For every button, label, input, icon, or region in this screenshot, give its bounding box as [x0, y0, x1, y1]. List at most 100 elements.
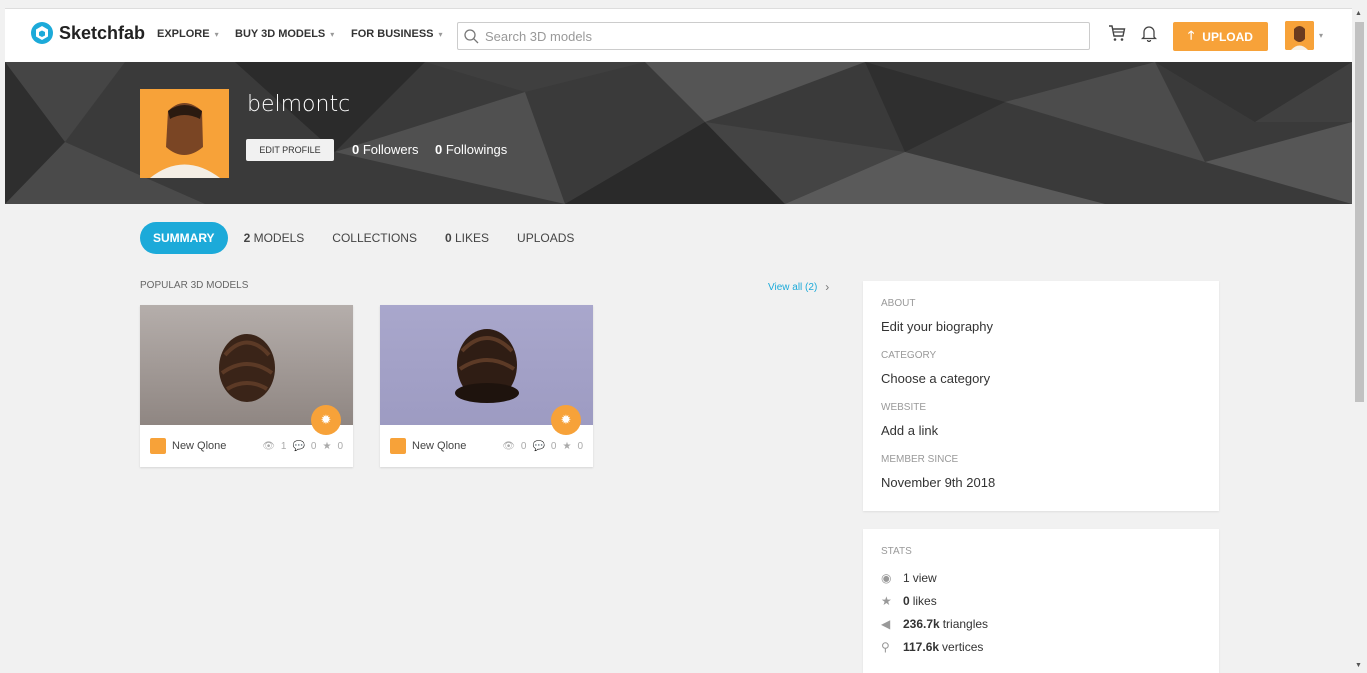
followers-label: Followers: [362, 142, 419, 157]
followings-count: 0: [435, 142, 443, 157]
likes-count: 0: [577, 440, 583, 452]
views-count: 0: [520, 440, 527, 452]
chevron-down-icon: ▾: [438, 29, 443, 39]
followings-label: Followings: [445, 142, 508, 157]
member-since-value: November 9th 2018: [881, 475, 996, 490]
cart-button[interactable]: [1108, 24, 1126, 47]
model-card-footer: New Qlone 👁 0 💬 0 ★ 0: [380, 425, 593, 467]
website-title: WEBSITE: [881, 402, 927, 413]
model-author[interactable]: New Qlone: [172, 440, 226, 452]
views-count: 1: [280, 440, 287, 452]
stat-triangles: ◀ 236.7k triangles: [881, 617, 1201, 631]
nav-business-label: FOR BUSINESS: [351, 28, 434, 40]
member-since-title: MEMBER SINCE: [881, 454, 959, 465]
view-all-label: View all (2): [768, 281, 818, 293]
triangle-icon: ◀: [881, 617, 891, 631]
nav-buy-label: BUY 3D MODELS: [235, 28, 326, 40]
stat-likes: ★ 0 likes: [881, 594, 1201, 608]
chevron-down-icon: ▾: [214, 29, 219, 39]
author-avatar[interactable]: [150, 438, 166, 454]
tab-collections[interactable]: COLLECTIONS: [332, 231, 417, 245]
edit-profile-button[interactable]: EDIT PROFILE: [246, 139, 334, 161]
likes-count: 0: [337, 440, 343, 452]
chevron-right-icon: ›: [825, 280, 830, 294]
sketchfab-logo[interactable]: Sketchfab: [31, 22, 145, 44]
eye-icon: 👁: [502, 440, 515, 452]
star-icon: ★: [562, 440, 572, 452]
scroll-down-icon[interactable]: ▼: [1355, 662, 1362, 669]
chevron-down-icon: ▾: [330, 29, 335, 39]
chevron-down-icon[interactable]: ▾: [1319, 31, 1323, 40]
brand-name: Sketchfab: [59, 22, 146, 43]
tab-uploads[interactable]: UPLOADS: [517, 231, 574, 245]
scrollbar-thumb[interactable]: [1355, 22, 1364, 402]
page-scrollbar[interactable]: ▲ ▼: [1352, 8, 1367, 673]
view-all-link[interactable]: View all (2) ›: [768, 280, 829, 294]
stats-title: STATS: [881, 546, 912, 557]
model-stats: 👁 0 💬 0 ★ 0: [502, 441, 583, 452]
user-avatar[interactable]: [1285, 21, 1314, 50]
followers-count: 0: [352, 142, 360, 157]
eye-icon: 👁: [262, 440, 275, 452]
followings-link[interactable]: 0 Followings: [435, 142, 507, 157]
tab-likes-label: LIKES: [455, 231, 490, 245]
likes-label: likes: [912, 594, 937, 608]
cart-icon: [1109, 25, 1126, 41]
vertices-value: 117.6k: [903, 640, 940, 654]
comments-count: 0: [310, 440, 317, 452]
views-label: view: [912, 571, 937, 585]
stats-panel: STATS ◉ 1 view ★ 0 likes ◀ 236.7k triang…: [863, 529, 1219, 673]
triangles-label: triangles: [942, 617, 989, 631]
model-author[interactable]: New Qlone: [412, 440, 466, 452]
nav-for-business[interactable]: FOR BUSINESS ▾: [351, 28, 443, 40]
top-navbar: Sketchfab EXPLORE ▾ BUY 3D MODELS ▾ FOR …: [5, 8, 1352, 62]
about-title: ABOUT: [881, 298, 916, 309]
biography-link[interactable]: Edit your biography: [881, 319, 1201, 334]
nav-explore-label: EXPLORE: [157, 28, 210, 40]
views-value: 1: [903, 571, 910, 585]
profile-avatar-image: [140, 89, 229, 178]
vertices-label: vertices: [942, 640, 984, 654]
author-avatar[interactable]: [390, 438, 406, 454]
upload-label: UPLOAD: [1202, 29, 1253, 44]
tab-models-count: 2: [243, 231, 251, 245]
website-link[interactable]: Add a link: [881, 423, 1201, 438]
search-input[interactable]: [485, 28, 1045, 44]
nav-buy-3d-models[interactable]: BUY 3D MODELS ▾: [235, 28, 334, 40]
comments-count: 0: [550, 440, 557, 452]
model-card[interactable]: ✹ New Qlone 👁 0 💬 0 ★ 0: [380, 305, 593, 467]
stat-views: ◉ 1 view: [881, 571, 1201, 585]
sketchfab-logo-icon: [31, 22, 53, 44]
tab-summary[interactable]: SUMMARY: [140, 222, 228, 254]
stat-vertices: ⚲ 117.6k vertices: [881, 640, 1201, 654]
profile-username: belmontc: [247, 92, 351, 117]
triangles-value: 236.7k: [903, 617, 940, 631]
comment-icon: 💬: [532, 440, 545, 452]
nav-explore[interactable]: EXPLORE ▾: [157, 28, 219, 40]
category-title: CATEGORY: [881, 350, 937, 361]
star-icon: ★: [322, 440, 332, 452]
category-link[interactable]: Choose a category: [881, 371, 1201, 386]
profile-tabs: SUMMARY 2 MODELS COLLECTIONS 0 LIKES UPL…: [140, 222, 602, 254]
search-box: [457, 22, 1090, 50]
about-panel: ABOUT Edit your biography CATEGORY Choos…: [863, 281, 1219, 511]
likes-value: 0: [903, 594, 910, 608]
tab-likes-count: 0: [444, 231, 452, 245]
followers-link[interactable]: 0 Followers: [352, 142, 418, 157]
avatar-image: [1285, 21, 1314, 50]
model-stats: 👁 1 💬 0 ★ 0: [262, 441, 343, 452]
tab-models-label: MODELS: [253, 231, 305, 245]
tab-likes[interactable]: 0 LIKES: [445, 231, 489, 245]
notifications-button[interactable]: [1140, 24, 1158, 47]
tab-models[interactable]: 2 MODELS: [244, 231, 305, 245]
vertex-icon: ⚲: [881, 640, 890, 654]
model-card[interactable]: ✹ New Qlone 👁 1 💬 0 ★ 0: [140, 305, 353, 467]
star-icon: ★: [881, 594, 892, 608]
bell-icon: [1140, 26, 1158, 43]
upload-button[interactable]: 🡑 UPLOAD: [1173, 22, 1268, 51]
popular-models-title: POPULAR 3D MODELS: [140, 280, 249, 291]
scroll-up-icon[interactable]: ▲: [1355, 10, 1362, 17]
arrow-up-icon: 🡑: [1188, 28, 1195, 42]
profile-avatar[interactable]: [140, 89, 229, 178]
model-card-footer: New Qlone 👁 1 💬 0 ★ 0: [140, 425, 353, 467]
